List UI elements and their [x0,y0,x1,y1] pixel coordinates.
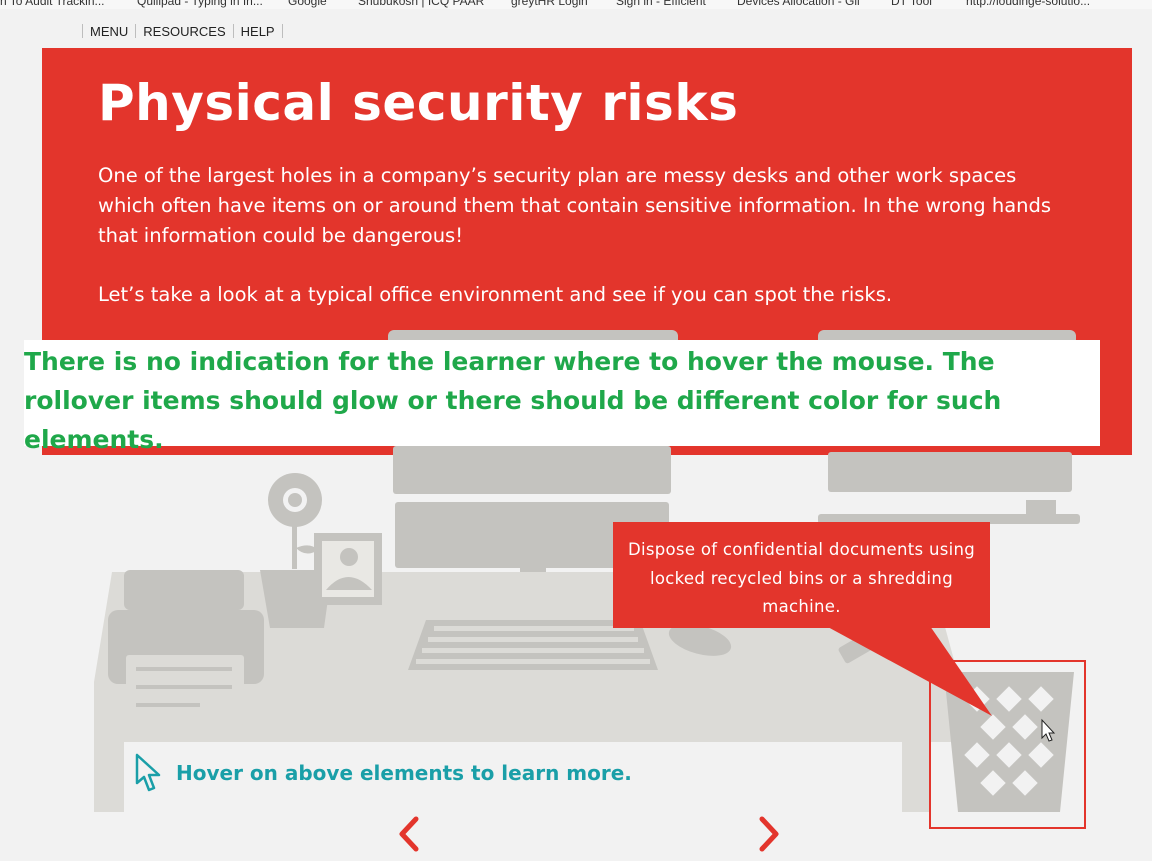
tooltip-text: Dispose of confidential documents using … [627,540,976,616]
photo-frame[interactable] [314,533,382,605]
hover-hint-text: Hover on above elements to learn more. [176,761,632,785]
cursor-arrow-icon [135,753,161,792]
bin-highlight-box [929,660,1086,829]
info-tooltip: Dispose of confidential documents using … [613,522,990,628]
annotation-text: There is no indication for the learner w… [24,347,1002,454]
hover-hint: Hover on above elements to learn more. [130,752,632,794]
printer[interactable] [108,570,264,725]
chevron-right-icon[interactable] [752,816,786,852]
review-annotation: There is no indication for the learner w… [24,340,1100,454]
chevron-left-icon[interactable] [392,816,426,852]
